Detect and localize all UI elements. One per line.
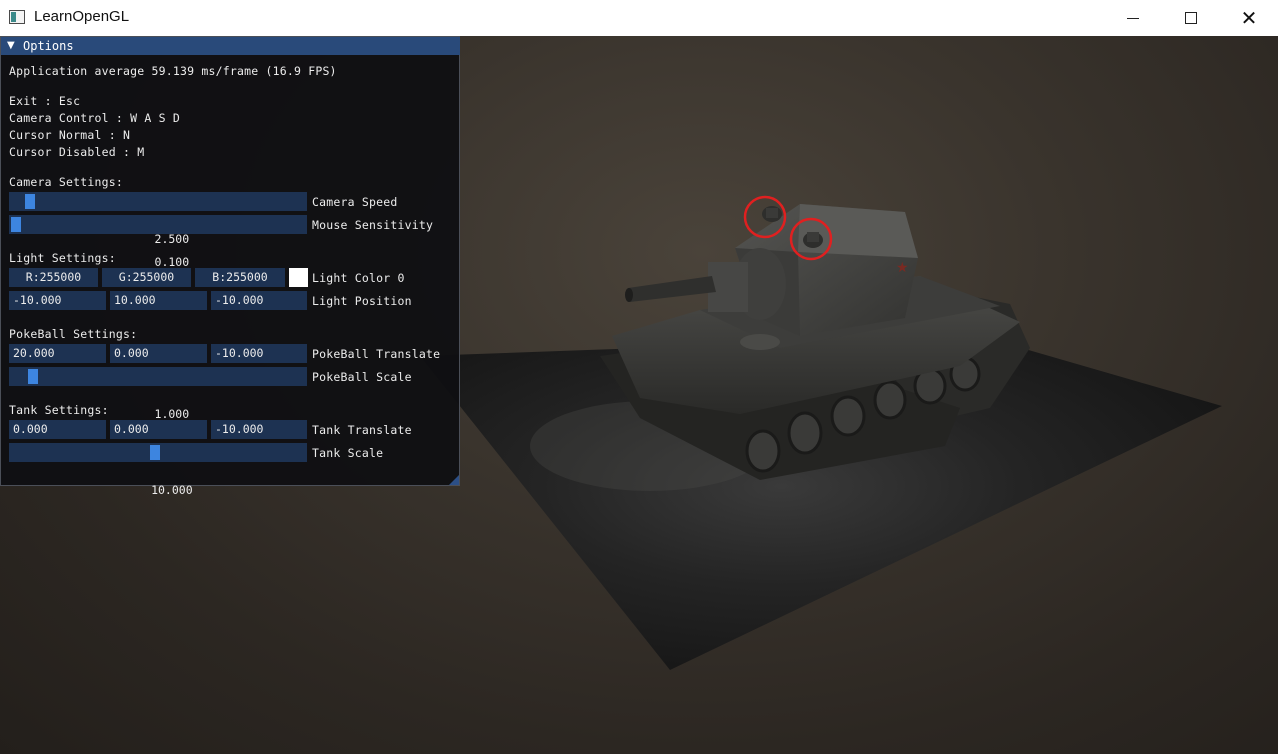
close-icon: ✕: [1240, 6, 1258, 30]
panel-header[interactable]: ▼ Options: [1, 37, 460, 55]
window-title: LearnOpenGL: [34, 8, 130, 25]
help-camera-control: Camera Control : W A S D: [9, 111, 180, 125]
camera-speed-label: Camera Speed: [312, 195, 398, 209]
help-exit: Exit : Esc: [9, 94, 81, 108]
camera-speed-slider[interactable]: 2.500: [9, 192, 307, 246]
fps-readout: Application average 59.139 ms/frame (16.…: [9, 64, 337, 78]
minimize-button[interactable]: [1104, 0, 1162, 36]
pokeball-translate-x-field[interactable]: 20.000: [9, 344, 106, 363]
tank-translate-y-field[interactable]: 0.000: [110, 420, 207, 439]
help-cursor-normal: Cursor Normal : N: [9, 128, 131, 142]
minimize-icon: [1127, 17, 1139, 19]
help-cursor-disabled: Cursor Disabled : M: [9, 145, 145, 159]
slider-grab[interactable]: [25, 194, 36, 209]
light-position-y-field[interactable]: 10.000: [110, 291, 207, 310]
tank-translate-z-field[interactable]: -10.000: [211, 420, 307, 439]
panel-title: Options: [23, 39, 74, 53]
collapse-arrow-icon[interactable]: ▼: [7, 40, 15, 51]
slider-grab[interactable]: [150, 445, 161, 460]
pokeball-scale-slider[interactable]: 1.000: [9, 367, 307, 421]
tank-barrel: [628, 276, 716, 302]
app-icon: [9, 10, 25, 24]
tank-scale-slider[interactable]: 10.000: [9, 443, 307, 497]
light-position-x-field[interactable]: -10.000: [9, 291, 106, 310]
slider-grab[interactable]: [11, 217, 21, 232]
light-color-g-field[interactable]: G:255000: [102, 268, 191, 287]
svg-text:★: ★: [896, 260, 909, 276]
camera-settings-header: Camera Settings:: [9, 175, 123, 189]
light-color-swatch[interactable]: [289, 268, 308, 287]
maximize-icon: [1185, 12, 1197, 24]
window-titlebar: LearnOpenGL ✕: [0, 0, 1278, 36]
light-color-b-field[interactable]: B:255000: [195, 268, 285, 287]
close-button[interactable]: ✕: [1220, 0, 1278, 36]
light-settings-header: Light Settings:: [9, 251, 116, 265]
tank-translate-x-field[interactable]: 0.000: [9, 420, 106, 439]
pokeball-translate-label: PokeBall Translate: [312, 347, 441, 361]
options-panel[interactable]: ▼ Options Application average 59.139 ms/…: [0, 36, 460, 497]
light-color-label: Light Color 0: [312, 271, 405, 285]
light-position-label: Light Position: [312, 294, 412, 308]
pokeball-settings-header: PokeBall Settings:: [9, 327, 138, 341]
resize-grip[interactable]: [449, 475, 459, 485]
light-color-r-field[interactable]: R:255000: [9, 268, 98, 287]
pokeball-translate-z-field[interactable]: -10.000: [211, 344, 307, 363]
tank-translate-label: Tank Translate: [312, 423, 412, 437]
slider-grab[interactable]: [28, 369, 39, 384]
mouse-sensitivity-label: Mouse Sensitivity: [312, 218, 434, 232]
pokeball-scale-label: PokeBall Scale: [312, 370, 412, 384]
pokeball-translate-y-field[interactable]: 0.000: [110, 344, 207, 363]
tank-settings-header: Tank Settings:: [9, 403, 109, 417]
light-position-z-field[interactable]: -10.000: [211, 291, 307, 310]
tank-scale-label: Tank Scale: [312, 446, 384, 460]
maximize-button[interactable]: [1162, 0, 1220, 36]
